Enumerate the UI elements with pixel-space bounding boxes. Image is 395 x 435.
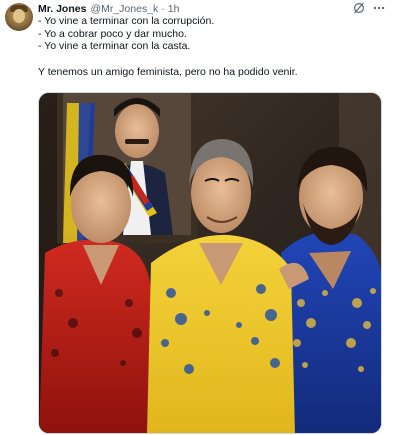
tweet-photo[interactable] bbox=[38, 92, 382, 434]
tweet-text: - Yo vine a terminar con la corrupción. … bbox=[38, 15, 388, 79]
tweet[interactable]: Mr. Jones @Mr_Jones_k · 1h - Yo vine a t… bbox=[0, 0, 395, 435]
separator-dot: · bbox=[161, 3, 165, 15]
tweet-header: Mr. Jones @Mr_Jones_k · 1h bbox=[38, 2, 179, 16]
author-name[interactable]: Mr. Jones bbox=[38, 3, 86, 15]
more-icon[interactable] bbox=[372, 1, 386, 15]
avatar[interactable] bbox=[5, 3, 33, 31]
tweet-line: - Yo a cobrar poco y dar mucho. bbox=[38, 27, 187, 40]
tweet-line: - Yo vine a terminar con la corrupción. bbox=[38, 15, 215, 27]
line-break bbox=[38, 53, 388, 66]
grok-icon[interactable] bbox=[352, 1, 366, 15]
tweet-line: Y tenemos un amigo feminista, pero no ha… bbox=[38, 65, 298, 78]
photo-illustration bbox=[39, 93, 381, 433]
avatar-face bbox=[13, 9, 25, 23]
author-handle[interactable]: @Mr_Jones_k bbox=[90, 3, 158, 15]
timestamp[interactable]: 1h bbox=[168, 3, 180, 15]
tweet-line: - Yo vine a terminar con la casta. bbox=[38, 40, 191, 53]
